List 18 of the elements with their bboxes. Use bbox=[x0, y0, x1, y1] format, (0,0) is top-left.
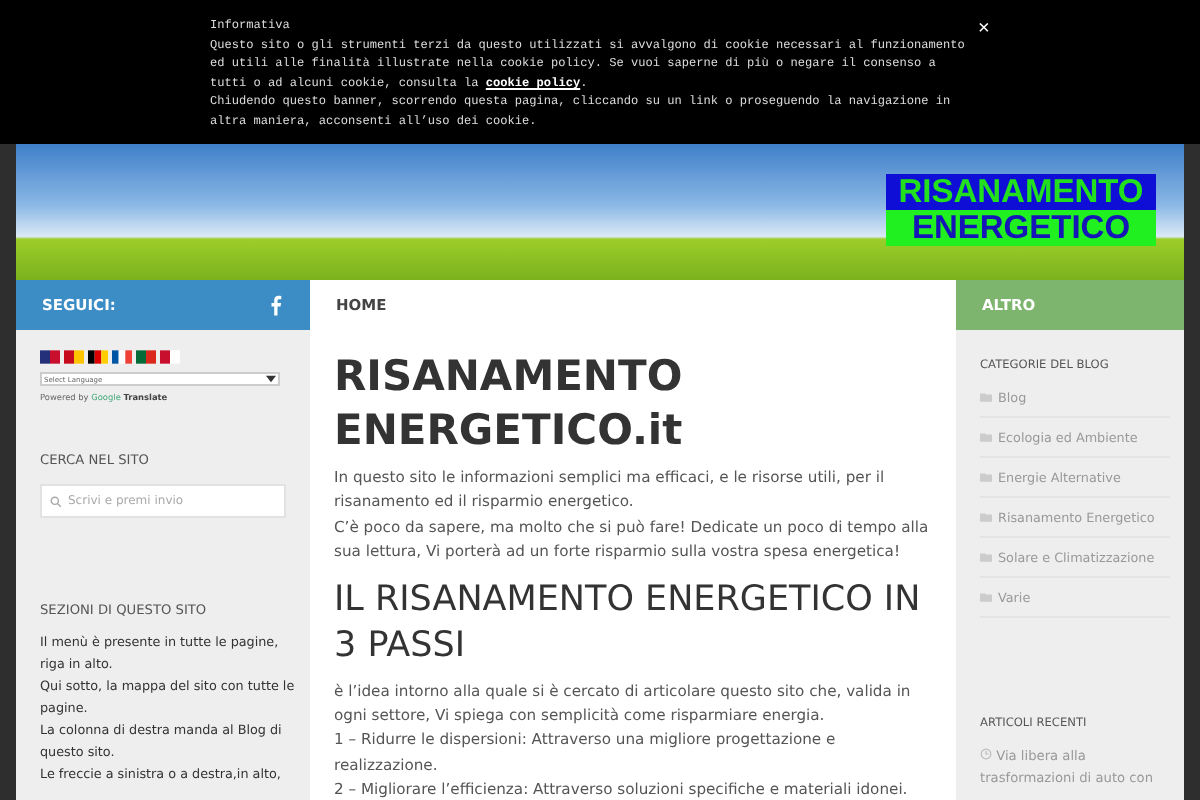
section-heading: IL RISANAMENTO ENERGETICO IN 3 PASSI bbox=[334, 577, 923, 670]
facebook-icon[interactable] bbox=[270, 294, 282, 316]
clock-icon bbox=[980, 748, 992, 760]
folder-icon bbox=[980, 392, 992, 402]
folder-icon bbox=[980, 592, 992, 602]
folder-icon bbox=[980, 432, 992, 442]
dropdown-icon bbox=[266, 374, 276, 384]
flag-icon[interactable] bbox=[88, 350, 108, 364]
logo-text: RISANAMENTO bbox=[886, 174, 1156, 210]
flag-icon[interactable] bbox=[112, 350, 132, 364]
folder-icon bbox=[980, 552, 992, 562]
search-icon bbox=[50, 496, 62, 508]
page-title: RISANAMENTO ENERGETICO.it bbox=[334, 350, 685, 458]
logo-text: ENERGETICO bbox=[886, 210, 1156, 246]
folder-icon bbox=[980, 512, 992, 522]
folder-icon bbox=[980, 472, 992, 482]
close-button[interactable]: × bbox=[974, 18, 994, 42]
site-logo[interactable]: RISANAMENTO ENERGETICO bbox=[886, 174, 1156, 246]
